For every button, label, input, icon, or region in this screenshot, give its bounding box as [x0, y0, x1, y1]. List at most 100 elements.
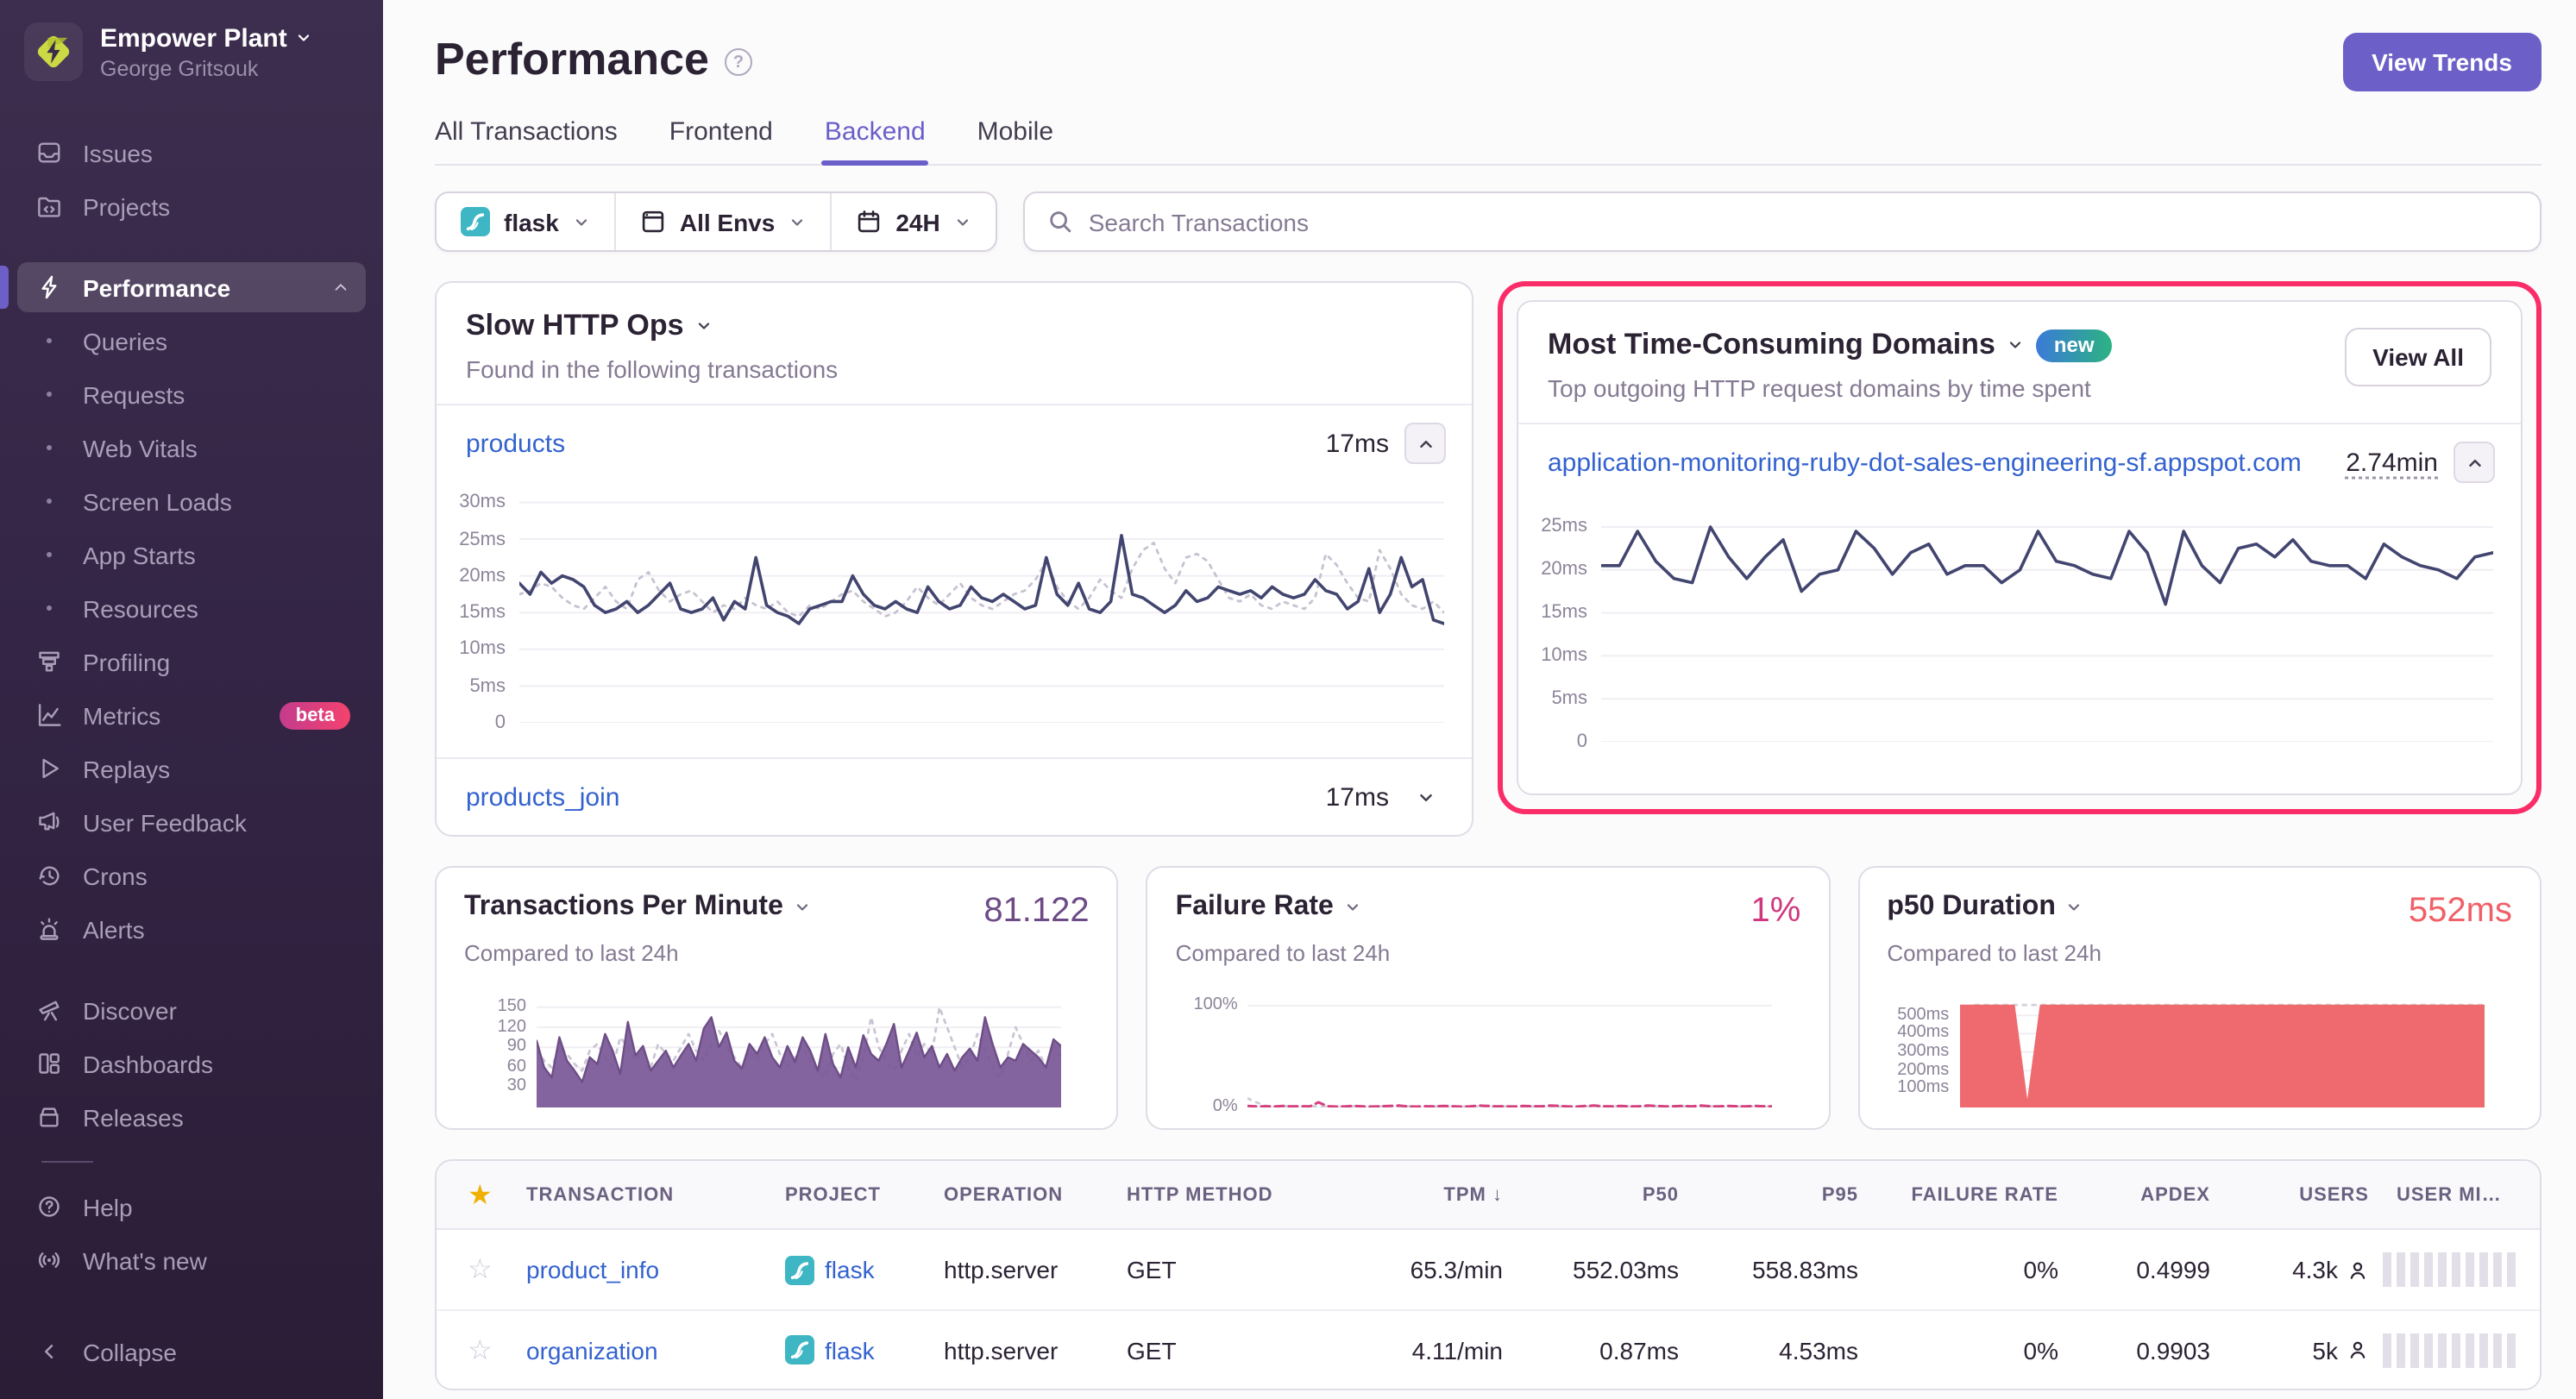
chart-plot-area[interactable] [1601, 514, 2493, 742]
search-input[interactable] [1089, 208, 2517, 235]
y-axis-tick-label: 120 [498, 1017, 526, 1036]
y-axis-tick-label: 60 [507, 1057, 526, 1076]
chevron-down-icon [2007, 336, 2025, 354]
sidebar-item-label: Alerts [83, 915, 145, 943]
sidebar-item-issues[interactable]: Issues [17, 128, 366, 178]
chart-plot-area[interactable] [1248, 1001, 1774, 1107]
sidebar-item-help[interactable]: Help [17, 1182, 366, 1232]
column-header-apdex[interactable]: APDEX [2072, 1184, 2224, 1205]
sidebar-item-queries[interactable]: Queries [17, 316, 366, 366]
sidebar-item-requests[interactable]: Requests [17, 369, 366, 419]
column-header-p95[interactable]: P95 [1693, 1184, 1872, 1205]
project-filter[interactable]: flask [437, 193, 616, 250]
project-cell: flask [771, 1335, 930, 1364]
profiling-icon [33, 649, 64, 674]
sidebar-item-profiling[interactable]: Profiling [17, 637, 366, 687]
sidebar-item-user-feedback[interactable]: User Feedback [17, 797, 366, 847]
sidebar-item-resources[interactable]: Resources [17, 583, 366, 633]
sidebar-item-discover[interactable]: Discover [17, 985, 366, 1035]
sidebar-item-collapse[interactable]: Collapse [17, 1327, 366, 1377]
favorites-column-star-icon[interactable]: ★ [437, 1177, 512, 1212]
column-header-tpm[interactable]: TPM ↓ [1334, 1184, 1517, 1205]
sidebar-item-label: App Starts [83, 541, 196, 568]
expand-chevron-down-icon[interactable] [1404, 776, 1446, 818]
p50-duration-title[interactable]: p50 Duration [1887, 892, 2083, 923]
p50-duration-chart: 500ms400ms300ms200ms100ms [1887, 987, 2512, 1107]
project-link[interactable]: flask [825, 1336, 875, 1364]
chart-plot-area[interactable] [1959, 1001, 2485, 1107]
project-filter-label: flask [504, 208, 559, 235]
column-header-project[interactable]: PROJECT [771, 1184, 930, 1205]
sidebar-nav: Issues Projects Performance QueriesRequests… [0, 91, 383, 1399]
tpm-subtitle: Compared to last 24h [464, 940, 1090, 966]
tab-backend[interactable]: Backend [825, 117, 926, 164]
domain-row: application-monitoring-ruby-dot-sales-en… [1518, 424, 2521, 500]
transaction-link[interactable]: products [466, 429, 565, 458]
tab-mobile[interactable]: Mobile [977, 117, 1053, 164]
sort-desc-arrow-icon: ↓ [1486, 1184, 1503, 1205]
column-header-p50[interactable]: P50 [1517, 1184, 1693, 1205]
sidebar-item-dashboards[interactable]: Dashboards [17, 1038, 366, 1088]
y-axis-tick-label: 400ms [1897, 1023, 1949, 1042]
transaction-link[interactable]: application-monitoring-ruby-dot-sales-en… [1548, 448, 2302, 477]
collapse-chevron-up-icon[interactable] [2453, 442, 2495, 483]
collapse-chevron-up-icon[interactable] [1404, 423, 1446, 464]
project-link[interactable]: flask [825, 1256, 875, 1283]
column-header-operation[interactable]: OPERATION [930, 1184, 1113, 1205]
chevron-down-icon [954, 213, 971, 230]
transaction-link[interactable]: products_join [466, 782, 619, 812]
tpm-title[interactable]: Transactions Per Minute [464, 892, 811, 923]
slow-http-ops-title[interactable]: Slow HTTP Ops [466, 309, 1442, 343]
sidebar-item-what-s-new[interactable]: What's new [17, 1235, 366, 1285]
sidebar-item-app-starts[interactable]: App Starts [17, 530, 366, 580]
tab-frontend[interactable]: Frontend [669, 117, 773, 164]
date-range-filter[interactable]: 24H [832, 193, 995, 250]
chart-plot-area[interactable] [519, 495, 1444, 723]
tab-all-transactions[interactable]: All Transactions [435, 117, 618, 164]
sidebar-item-replays[interactable]: Replays [17, 743, 366, 794]
chart-plot-area[interactable] [537, 1001, 1062, 1107]
y-axis-tick-label: 100% [1194, 995, 1238, 1014]
sidebar-item-label: What's new [83, 1246, 207, 1274]
favorite-star-icon[interactable]: ☆ [437, 1333, 512, 1367]
page-title: Performance ? [435, 33, 752, 86]
chevron-down-icon [1344, 899, 1361, 916]
help-question-icon[interactable]: ? [725, 48, 752, 76]
domains-title[interactable]: Most Time-Consuming Domains new [1548, 328, 2112, 362]
failure-rate-value: 1% [1751, 892, 1801, 932]
column-header-users[interactable]: USERS [2224, 1184, 2383, 1205]
sidebar-item-crons[interactable]: Crons [17, 850, 366, 900]
sidebar-item-metrics[interactable]: Metricsbeta [17, 690, 366, 740]
column-header-transaction[interactable]: TRANSACTION [512, 1184, 771, 1205]
calendar-icon [856, 209, 882, 235]
favorite-star-icon[interactable]: ☆ [437, 1252, 512, 1287]
sidebar-item-alerts[interactable]: Alerts [17, 904, 366, 954]
transaction-link[interactable]: product_info [526, 1256, 659, 1283]
view-all-button[interactable]: View All [2345, 328, 2491, 386]
sidebar-item-screen-loads[interactable]: Screen Loads [17, 476, 366, 526]
sidebar-item-label: Performance [83, 273, 230, 301]
column-header-failure-rate[interactable]: FAILURE RATE [1872, 1184, 2072, 1205]
view-trends-button[interactable]: View Trends [2342, 33, 2541, 91]
failure-rate-panel: Failure Rate 1% Compared to last 24h 100… [1147, 866, 1831, 1130]
column-header-http-method[interactable]: HTTP METHOD [1113, 1184, 1334, 1205]
sidebar-item-web-vitals[interactable]: Web Vitals [17, 423, 366, 473]
transaction-link[interactable]: organization [526, 1336, 658, 1364]
sidebar-item-releases[interactable]: Releases [17, 1092, 366, 1142]
p50-duration-subtitle: Compared to last 24h [1887, 940, 2512, 966]
failure-rate-title[interactable]: Failure Rate [1176, 892, 1361, 923]
sidebar-item-label: Issues [83, 139, 153, 166]
p50-cell: 0.87ms [1517, 1336, 1693, 1364]
sidebar: Empower Plant George Gritsouk Issues Proj… [0, 0, 383, 1399]
y-axis-tick-label: 30 [507, 1077, 526, 1096]
environment-filter[interactable]: All Envs [616, 193, 832, 250]
sidebar-item-projects[interactable]: Projects [17, 181, 366, 231]
tpm-value: 81.122 [983, 892, 1089, 932]
sidebar-item-performance[interactable]: Performance [17, 262, 366, 312]
column-header-user-misery[interactable]: USER MISERY [2383, 1184, 2540, 1205]
chevron-down-icon [296, 29, 313, 47]
transactions-table-header: ★TRANSACTIONPROJECTOPERATIONHTTP METHODT… [437, 1161, 2540, 1230]
org-switcher[interactable]: Empower Plant George Gritsouk [0, 0, 383, 91]
slow-http-ops-panel: Slow HTTP Ops Found in the following tra… [435, 281, 1473, 837]
sidebar-item-label: Web Vitals [83, 434, 198, 461]
